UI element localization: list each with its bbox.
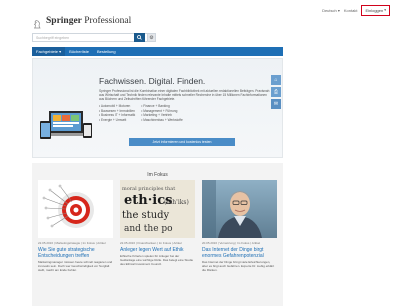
topic-column-left: • Automobil + Motoren • Bauwesen + Immob… bbox=[99, 104, 135, 122]
language-link[interactable]: Deutsch ▾ bbox=[322, 8, 340, 13]
focus-cards: 22.05.2016 | Marketingstrategie | Im Fok… bbox=[32, 180, 283, 272]
topic-item[interactable]: • Business IT + Informatik bbox=[99, 113, 135, 117]
article-meta: 22.05.2016 | Finanzbanken | Im Fokus | A… bbox=[120, 241, 182, 245]
article-card[interactable]: 20.05.2016 | Vernetzung | Im Fokus | Art… bbox=[202, 180, 277, 272]
chevron-down-icon: ▾ bbox=[384, 8, 386, 12]
article-card[interactable]: moral principles that eth·ics (eth'iks) … bbox=[120, 180, 195, 272]
bookmark-icon: ⌂ bbox=[274, 77, 278, 83]
topic-item[interactable]: • Bauwesen + Immobilien bbox=[99, 109, 135, 113]
svg-text:(eth'iks): (eth'iks) bbox=[164, 199, 189, 206]
expert-portrait-image bbox=[202, 180, 277, 238]
topic-item[interactable]: • Automobil + Motoren bbox=[99, 104, 135, 108]
search-input[interactable]: Suchbegriff eingeben bbox=[32, 33, 150, 42]
article-meta: 20.05.2016 | Vernetzung | Im Fokus | Art… bbox=[202, 241, 261, 245]
article-meta: 22.05.2016 | Marketingstrategie | Im Fok… bbox=[38, 241, 106, 245]
trial-cta-button[interactable]: Jetzt informieren und kostenlos testen bbox=[129, 138, 235, 146]
article-description: Ethische Kriterien spielen für Anleger b… bbox=[120, 254, 194, 266]
main-navigation: Fachgebiete ▾ Bücherliste Bestellung bbox=[32, 47, 283, 56]
topic-item[interactable]: • Management + Führung bbox=[141, 109, 182, 113]
nav-item-bestellung[interactable]: Bestellung bbox=[93, 47, 120, 56]
top-navigation: Deutsch ▾ Kontakt Einloggen ▾ bbox=[248, 3, 390, 17]
search-icon bbox=[137, 35, 142, 40]
topic-column-right: • Finance + Banking • Management + Führu… bbox=[141, 104, 182, 122]
page: Deutsch ▾ Kontakt Einloggen ▾ Springer P… bbox=[0, 0, 410, 306]
search-button[interactable] bbox=[134, 33, 145, 42]
topic-list: • Automobil + Motoren • Bauwesen + Immob… bbox=[99, 104, 259, 122]
brand-name: Springer Professional bbox=[46, 16, 131, 26]
svg-text:the study: the study bbox=[122, 210, 170, 221]
focus-heading: Im Fokus bbox=[147, 172, 168, 178]
article-title[interactable]: Anleger legen Wert auf Ethik bbox=[120, 247, 195, 253]
contact-link[interactable]: Kontakt bbox=[344, 8, 358, 13]
ethics-dictionary-image: moral principles that eth·ics (eth'iks) … bbox=[120, 180, 195, 238]
gear-icon: ⚙ bbox=[149, 34, 154, 41]
target-darts-image bbox=[38, 180, 113, 238]
chess-knight-icon bbox=[32, 16, 42, 29]
article-title[interactable]: Das Internet der Dinge birgt enormes Gef… bbox=[202, 247, 277, 259]
mail-icon: ✉ bbox=[273, 101, 279, 107]
springer-logo[interactable]: Springer Professional bbox=[32, 16, 131, 29]
hero-title: Fachwissen. Digital. Finden. bbox=[99, 76, 206, 86]
topic-item[interactable]: • Maschinenbau + Werkstoffe bbox=[141, 118, 182, 122]
email-button[interactable]: ✉ bbox=[271, 99, 281, 109]
topic-item[interactable]: • Finance + Banking bbox=[141, 104, 182, 108]
article-card[interactable]: 22.05.2016 | Marketingstrategie | Im Fok… bbox=[38, 180, 113, 272]
hero-banner: Fachwissen. Digital. Finden. Springer Pr… bbox=[32, 58, 283, 158]
hero-intro: Springer Professional ist die Kombinatio… bbox=[99, 89, 270, 102]
login-button[interactable]: Einloggen ▾ bbox=[361, 4, 390, 16]
brand-name-bold: Springer bbox=[46, 16, 82, 26]
side-toolbar: ⌂ ⎙ ✉ bbox=[271, 75, 281, 109]
settings-button[interactable]: ⚙ bbox=[147, 33, 156, 42]
print-icon: ⎙ bbox=[273, 89, 278, 95]
article-description: Marketingmanager müssen heute schnell re… bbox=[38, 260, 113, 272]
login-label: Einloggen bbox=[365, 7, 384, 13]
nav-item-fachgebiete[interactable]: Fachgebiete ▾ bbox=[32, 47, 66, 56]
svg-text:moral principles that: moral principles that bbox=[122, 186, 175, 192]
article-description: Das Internet der Dinge bringt viele Erle… bbox=[202, 260, 275, 272]
bookmark-button[interactable]: ⌂ bbox=[271, 75, 281, 85]
topic-item[interactable]: • Energie + Umwelt bbox=[99, 118, 135, 122]
nav-item-buecherliste[interactable]: Bücherliste bbox=[65, 47, 93, 56]
devices-illustration bbox=[40, 111, 92, 139]
topic-item[interactable]: • Marketing + Vertrieb bbox=[141, 113, 182, 117]
svg-text:and the po: and the po bbox=[124, 224, 173, 234]
print-button[interactable]: ⎙ bbox=[271, 87, 281, 97]
article-title[interactable]: Wie Sie gute strategische Entscheidungen… bbox=[38, 247, 113, 259]
brand-name-light: Professional bbox=[81, 16, 132, 26]
